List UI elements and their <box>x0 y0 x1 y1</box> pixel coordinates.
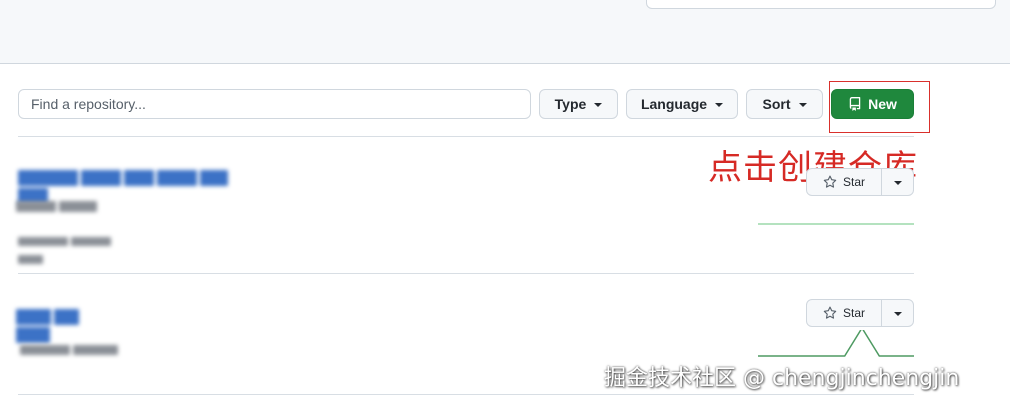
star-list-dropdown[interactable] <box>882 169 913 195</box>
repo-description-blurred <box>16 201 100 212</box>
star-label: Star <box>842 306 865 320</box>
watermark: 掘金技术社区 @ chengjinchengjin <box>604 366 960 391</box>
find-repository-input[interactable] <box>18 89 531 119</box>
repo-name-blurred[interactable] <box>16 309 118 343</box>
header-search-box[interactable] <box>646 0 996 9</box>
sparkline-path <box>758 330 914 357</box>
star-list-dropdown[interactable] <box>882 300 913 326</box>
chevron-down-icon <box>715 103 724 107</box>
star-button-group: Star <box>806 168 914 196</box>
list-divider <box>18 394 914 395</box>
chevron-down-icon <box>893 181 902 185</box>
page-header-band <box>0 0 1010 64</box>
list-divider <box>18 136 914 137</box>
chevron-down-icon <box>594 103 603 107</box>
chevron-down-icon <box>798 103 807 107</box>
star-button[interactable]: Star <box>807 300 882 326</box>
list-divider <box>18 273 914 274</box>
star-icon <box>823 175 837 189</box>
annotation-highlight-box <box>829 81 930 133</box>
sort-label: Sort <box>762 96 791 112</box>
star-icon <box>823 306 837 320</box>
repo-name-blurred[interactable] <box>18 170 258 204</box>
star-button-group: Star <box>806 299 914 327</box>
chevron-down-icon <box>893 312 902 316</box>
language-filter-label: Language <box>640 96 708 112</box>
activity-sparkline <box>758 223 914 225</box>
star-label: Star <box>842 175 865 189</box>
repo-description-blurred <box>20 345 124 355</box>
type-filter-label: Type <box>554 96 587 112</box>
sort-button[interactable]: Sort <box>746 89 823 119</box>
star-button[interactable]: Star <box>807 169 882 195</box>
type-filter-button[interactable]: Type <box>539 89 618 119</box>
language-filter-button[interactable]: Language <box>626 89 738 119</box>
repo-updated-blurred <box>18 237 140 264</box>
